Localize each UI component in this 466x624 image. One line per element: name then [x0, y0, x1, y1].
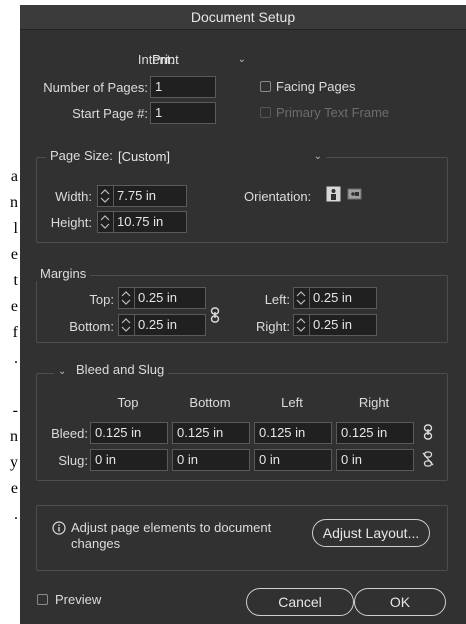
- stepper-arrows-icon[interactable]: [119, 288, 135, 308]
- adjust-layout-button[interactable]: Adjust Layout...: [312, 519, 430, 547]
- info-text-line1: Adjust page elements to document: [71, 520, 272, 535]
- margin-top-label: Top:: [89, 292, 114, 307]
- page-size-select[interactable]: [Custom] ⌄: [114, 147, 326, 167]
- link-bleed-icon[interactable]: [423, 424, 433, 443]
- cancel-button[interactable]: Cancel: [246, 588, 354, 616]
- margin-bottom-stepper[interactable]: 0.25 in: [118, 314, 206, 336]
- page-size-label: Page Size:: [46, 148, 117, 163]
- facing-pages-label: Facing Pages: [276, 79, 356, 94]
- width-stepper[interactable]: 7.75 in: [97, 185, 187, 207]
- number-of-pages-label: Number of Pages:: [43, 80, 148, 95]
- chevron-down-icon: ⌄: [237, 54, 246, 65]
- background-text: .: [14, 350, 18, 367]
- primary-text-frame-checkbox[interactable]: [260, 107, 271, 118]
- stepper-arrows-icon[interactable]: [98, 186, 114, 206]
- width-value: 7.75 in: [117, 188, 157, 203]
- bleed-slug-toggle[interactable]: ⌄ Bleed and Slug: [54, 362, 169, 377]
- margin-bottom-value: 0.25 in: [138, 317, 178, 332]
- background-text: n: [10, 428, 18, 445]
- margin-right-stepper[interactable]: 0.25 in: [293, 314, 377, 336]
- info-icon: [52, 521, 66, 538]
- slug-left-input[interactable]: 0 in: [254, 449, 332, 471]
- bleed-right-input[interactable]: 0.125 in: [336, 422, 414, 444]
- dialog-title: Document Setup: [20, 5, 466, 30]
- background-text: -: [12, 402, 18, 419]
- height-stepper[interactable]: 10.75 in: [97, 211, 187, 233]
- bleed-bottom-input[interactable]: 0.125 in: [172, 422, 250, 444]
- start-page-input[interactable]: 1: [150, 102, 216, 124]
- background-text: t: [13, 272, 18, 289]
- height-label: Height:: [50, 215, 92, 230]
- intent-select[interactable]: Print ⌄: [148, 50, 250, 70]
- unlink-slug-icon[interactable]: [422, 451, 434, 470]
- stepper-arrows-icon[interactable]: [119, 315, 135, 335]
- column-header-left: Left: [281, 395, 303, 410]
- background-text: f: [12, 324, 18, 341]
- slug-right-input[interactable]: 0 in: [336, 449, 414, 471]
- background-text: e: [10, 298, 18, 315]
- slug-top-input[interactable]: 0 in: [90, 449, 168, 471]
- column-header-right: Right: [358, 395, 390, 410]
- margin-left-stepper[interactable]: 0.25 in: [293, 287, 377, 309]
- preview-checkbox[interactable]: [37, 594, 48, 605]
- margin-right-value: 0.25 in: [313, 317, 353, 332]
- slug-bottom-input[interactable]: 0 in: [172, 449, 250, 471]
- bleed-slug-title: Bleed and Slug: [76, 362, 165, 377]
- background-text: e: [10, 480, 18, 497]
- intent-value: Print: [152, 52, 179, 67]
- stepper-arrows-icon[interactable]: [294, 315, 310, 335]
- background-text: y: [10, 454, 18, 471]
- bleed-label: Bleed:: [51, 426, 88, 441]
- margin-top-stepper[interactable]: 0.25 in: [118, 287, 206, 309]
- margin-bottom-label: Bottom:: [69, 319, 114, 334]
- page-size-value: [Custom]: [118, 149, 171, 164]
- facing-pages-checkbox[interactable]: [260, 81, 271, 92]
- start-page-label: Start Page #:: [72, 106, 148, 121]
- background-text: a: [10, 168, 18, 185]
- background-text: .: [14, 506, 18, 523]
- primary-text-frame-label: Primary Text Frame: [276, 105, 390, 120]
- margins-title: Margins: [36, 266, 91, 281]
- background-text: n: [10, 194, 18, 211]
- chevron-down-icon: ⌄: [313, 151, 322, 162]
- bleed-top-input[interactable]: 0.125 in: [90, 422, 168, 444]
- preview-label: Preview: [55, 592, 102, 607]
- document-setup-dialog: Document Setup Intent: Print ⌄ Number of…: [20, 5, 466, 624]
- number-of-pages-input[interactable]: 1: [150, 76, 216, 98]
- stepper-arrows-icon[interactable]: [98, 212, 114, 232]
- height-value: 10.75 in: [117, 214, 164, 229]
- landscape-orientation-icon[interactable]: [347, 186, 362, 205]
- width-label: Width:: [55, 189, 92, 204]
- stepper-arrows-icon[interactable]: [294, 288, 310, 308]
- column-header-top: Top: [117, 395, 139, 410]
- chevron-down-icon: ⌄: [58, 366, 67, 377]
- ok-button[interactable]: OK: [354, 588, 446, 616]
- bleed-left-input[interactable]: 0.125 in: [254, 422, 332, 444]
- slug-label: Slug:: [58, 453, 88, 468]
- portrait-orientation-icon[interactable]: [326, 186, 341, 205]
- margin-top-value: 0.25 in: [138, 290, 178, 305]
- margin-left-label: Left:: [264, 292, 290, 307]
- orientation-label: Orientation:: [244, 189, 312, 204]
- column-header-bottom: Bottom: [189, 395, 231, 410]
- background-text: l: [13, 220, 18, 237]
- margin-right-label: Right:: [256, 319, 290, 334]
- background-text: e: [10, 246, 18, 263]
- link-margins-icon[interactable]: [210, 307, 220, 326]
- margin-left-value: 0.25 in: [313, 290, 353, 305]
- info-text-line2: changes: [71, 536, 121, 551]
